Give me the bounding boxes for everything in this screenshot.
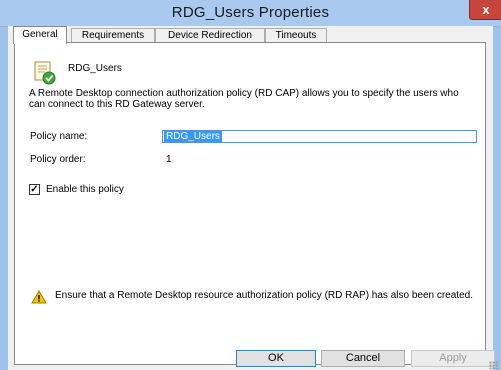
policy-name-label: Policy name: [30, 131, 88, 142]
enable-policy-label[interactable]: Enable this policy [46, 184, 124, 195]
window-title: RDG_Users Properties [171, 4, 330, 21]
rap-warning-text: Ensure that a Remote Desktop resource au… [55, 290, 473, 301]
policy-order-value: 1 [166, 154, 172, 165]
tab-device-redirection[interactable]: Device Redirection [155, 28, 265, 43]
resize-grip[interactable] [489, 361, 499, 369]
enable-policy-checkbox[interactable]: ✓ [29, 184, 40, 195]
title-bar[interactable]: RDG_Users Properties x [0, 0, 501, 27]
warning-icon [31, 290, 47, 304]
dialog-client-area: General Requirements Device Redirection … [8, 26, 493, 370]
policy-name-selected-text: RDG_Users [164, 131, 222, 142]
cancel-button[interactable]: Cancel [321, 350, 405, 367]
tab-timeouts[interactable]: Timeouts [265, 28, 327, 43]
apply-button[interactable]: Apply [411, 350, 495, 367]
ok-button[interactable]: OK [236, 350, 316, 367]
general-tab-panel: RDG_Users A Remote Desktop connection au… [14, 42, 486, 365]
policy-order-label: Policy order: [30, 154, 86, 165]
policy-display-name: RDG_Users [68, 63, 122, 74]
policy-check-icon [34, 61, 56, 85]
policy-description: A Remote Desktop connection authorizatio… [29, 88, 459, 110]
close-button[interactable]: x [469, 0, 501, 20]
tab-general[interactable]: General [13, 26, 67, 44]
tab-requirements[interactable]: Requirements [71, 28, 155, 43]
